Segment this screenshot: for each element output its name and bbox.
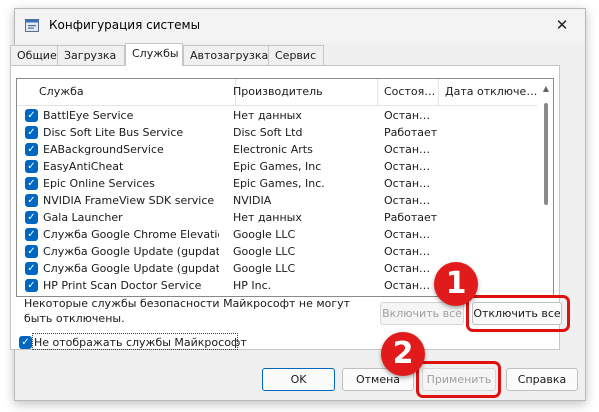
tab-services[interactable]: Службы [125,43,183,66]
tab-boot[interactable]: Загрузка [57,45,125,65]
table-row[interactable]: ✓ NVIDIA FrameView SDK service NVIDIA Остан… [17,192,537,209]
ok-button[interactable]: OK [262,368,335,391]
step-badge-1: 1 [434,262,478,306]
service-status: Остан… [384,160,431,173]
service-status: Работает [384,211,438,224]
service-status: Остан… [384,177,431,190]
window-title: Конфигурация системы [49,18,201,32]
service-manufacturer: Нет данных [233,109,302,122]
step-badge-2: 2 [381,332,425,376]
service-manufacturer: Electronic Arts [233,143,313,156]
scrollbar-thumb[interactable] [544,103,548,205]
service-checkbox[interactable]: ✓ [25,279,38,292]
highlight-apply [416,361,501,398]
table-row[interactable]: ✓ Служба Google Update (gupdate) Google LL… [17,243,537,260]
tab-startup[interactable]: Автозагрузка [183,45,269,65]
service-checkbox[interactable]: ✓ [25,194,38,207]
service-manufacturer: Google LLC [233,228,296,241]
service-name: BattlEye Service [43,109,134,122]
service-name: HP Print Scan Doctor Service [43,279,202,292]
service-checkbox[interactable]: ✓ [25,143,38,156]
service-manufacturer: Google LLC [233,245,296,258]
close-button[interactable]: ✕ [539,9,585,43]
table-row[interactable]: ✓ Служба Google Chrome Elevation Servic… G… [17,226,537,243]
security-services-note: Некоторые службы безопасности Майкрософт… [24,297,351,325]
table-row[interactable]: ✓ EABackgroundService Electronic Arts Остан… [17,141,537,158]
service-manufacturer: Epic Games, Inc. [233,177,325,190]
service-manufacturer: Epic Games, Inc [233,160,322,173]
service-name: NVIDIA FrameView SDK service [43,194,215,207]
table-row[interactable]: ✓ Gala Launcher Нет данных Работает [17,209,537,226]
table-row[interactable]: ✓ Disc Soft Lite Bus Service Disc Soft Ltd… [17,124,537,141]
table-row[interactable]: ✓ EasyAntiCheat Epic Games, Inc Остан… [17,158,537,175]
service-name: Disc Soft Lite Bus Service [43,126,184,139]
table-row[interactable]: ✓ Epic Online Services Epic Games, Inc. Ост… [17,175,537,192]
tab-tools[interactable]: Сервис [268,45,324,65]
service-name: Gala Launcher [43,211,123,224]
tab-general[interactable]: Общие [10,45,58,65]
help-button[interactable]: Справка [506,368,578,391]
service-manufacturer: Google LLC [233,262,296,275]
vertical-scrollbar[interactable]: ▲ [537,79,553,296]
column-service[interactable]: Служба [33,79,236,105]
service-name: EasyAntiCheat [43,160,124,173]
service-status: Остан… [384,245,431,258]
service-checkbox[interactable]: ✓ [25,177,38,190]
service-checkbox[interactable]: ✓ [25,245,38,258]
services-list: Служба Производитель Состоя… Дата отключ… [16,78,554,297]
column-manufacturer[interactable]: Производитель [227,79,378,105]
service-checkbox[interactable]: ✓ [25,228,38,241]
column-status[interactable]: Состоя… [378,79,439,105]
service-name: EABackgroundService [43,143,164,156]
service-checkbox[interactable]: ✓ [25,262,38,275]
service-manufacturer: HP Inc. [233,279,272,292]
hide-microsoft-services-label[interactable]: Не отображать службы Майкрософт [34,336,247,349]
title-bar: Конфигурация системы ✕ [15,9,585,43]
scroll-up-icon[interactable]: ▲ [543,84,549,93]
service-name: Служба Google Update (gupdate) [43,245,219,258]
service-manufacturer: NVIDIA [233,194,272,207]
service-name: Служба Google Chrome Elevation Servic… [43,228,219,241]
service-status: Остан… [384,279,431,292]
service-status: Остан… [384,228,431,241]
service-status: Работает [384,126,438,139]
column-date-disabled[interactable]: Дата отключе… [439,79,541,105]
table-row[interactable]: ✓ BattlEye Service Нет данных Остан… [17,107,537,124]
service-name: Epic Online Services [43,177,155,190]
service-status: Остан… [384,194,431,207]
service-checkbox[interactable]: ✓ [25,160,38,173]
hide-microsoft-services-checkbox[interactable]: ✓ [19,336,32,349]
close-icon: ✕ [555,16,569,34]
service-checkbox[interactable]: ✓ [25,211,38,224]
service-status: Остан… [384,262,431,275]
highlight-disable-all [466,295,570,332]
service-status: Остан… [384,109,431,122]
service-checkbox[interactable]: ✓ [25,126,38,139]
service-checkbox[interactable]: ✓ [25,109,38,122]
service-manufacturer: Нет данных [233,211,302,224]
service-name: Служба Google Update (gupdatem) [43,262,219,275]
service-manufacturer: Disc Soft Ltd [233,126,303,139]
service-status: Остан… [384,143,431,156]
msconfig-app-icon [25,19,39,32]
list-header: Служба Производитель Состоя… Дата отключ… [17,79,541,106]
